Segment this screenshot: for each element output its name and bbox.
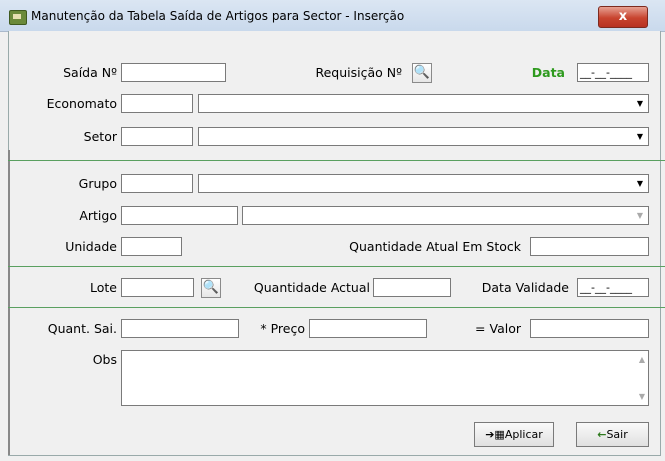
window-title: Manutenção da Tabela Saída de Artigos pa… — [31, 9, 405, 23]
scroll-down-icon[interactable]: ▼ — [639, 392, 645, 401]
quant-sai-input[interactable] — [121, 319, 239, 338]
aplicar-button[interactable]: ➔▦Aplicar — [474, 422, 554, 447]
chevron-down-icon[interactable]: ▼ — [633, 176, 647, 191]
valor-label: = Valor — [475, 321, 521, 336]
scroll-up-icon[interactable]: ▲ — [639, 355, 645, 364]
data-label: Data — [531, 65, 565, 80]
economato-code-input[interactable] — [121, 94, 193, 113]
binoculars-icon: 🔍 — [413, 65, 431, 80]
left-border-line — [8, 150, 10, 455]
title-bar: Manutenção da Tabela Saída de Artigos pa… — [0, 0, 665, 32]
qtd-actual-label: Quantidade Actual — [253, 280, 370, 295]
grupo-code-input[interactable] — [121, 174, 193, 193]
grupo-label: Grupo — [78, 176, 117, 191]
chevron-down-icon[interactable]: ▼ — [633, 208, 647, 223]
lote-input[interactable] — [121, 278, 194, 297]
lote-label: Lote — [90, 280, 117, 295]
preco-input[interactable] — [309, 319, 427, 338]
unidade-input[interactable] — [121, 237, 182, 256]
stock-label: Quantidade Atual Em Stock — [349, 239, 521, 254]
preco-label: * Preço — [260, 321, 305, 336]
chevron-down-icon[interactable]: ▼ — [633, 129, 647, 144]
artigo-label: Artigo — [79, 208, 117, 223]
artigo-code-input[interactable] — [121, 206, 238, 225]
saida-label: Saída Nº — [63, 65, 117, 80]
obs-textarea[interactable]: ▲ ▼ — [121, 350, 649, 406]
binoculars-icon: 🔍 — [202, 280, 220, 295]
grupo-select[interactable]: ▼ — [198, 174, 649, 193]
apply-icon: ➔▦ — [485, 428, 505, 441]
economato-label: Economato — [46, 96, 117, 111]
economato-select[interactable]: ▼ — [198, 94, 649, 113]
close-button[interactable]: x — [598, 6, 648, 28]
artigo-select[interactable]: ▼ — [242, 206, 649, 225]
sair-label: Sair — [606, 428, 628, 441]
stock-input[interactable] — [530, 237, 649, 256]
separator-1 — [8, 160, 665, 161]
separator-3 — [8, 307, 665, 308]
setor-select[interactable]: ▼ — [198, 127, 649, 146]
requisicao-label: Requisição Nº — [315, 65, 402, 80]
app-icon — [9, 10, 27, 25]
setor-code-input[interactable] — [121, 127, 193, 146]
requisicao-search-button[interactable]: 🔍 — [412, 63, 432, 83]
sair-button[interactable]: ←Sair — [576, 422, 649, 447]
lote-search-button[interactable]: 🔍 — [201, 278, 221, 298]
obs-label: Obs — [92, 352, 117, 367]
data-input[interactable]: __-__-____ — [577, 63, 649, 82]
aplicar-label: Aplicar — [504, 428, 543, 441]
chevron-down-icon[interactable]: ▼ — [633, 96, 647, 111]
unidade-label: Unidade — [65, 239, 117, 254]
saida-input[interactable] — [121, 63, 226, 82]
setor-label: Setor — [83, 129, 117, 144]
qtd-actual-input[interactable] — [373, 278, 451, 297]
quant-sai-label: Quant. Sai. — [47, 321, 117, 336]
valor-input[interactable] — [530, 319, 649, 338]
validade-label: Data Validade — [481, 280, 569, 295]
validade-input[interactable]: __-__-____ — [577, 278, 649, 297]
separator-2 — [8, 266, 665, 267]
